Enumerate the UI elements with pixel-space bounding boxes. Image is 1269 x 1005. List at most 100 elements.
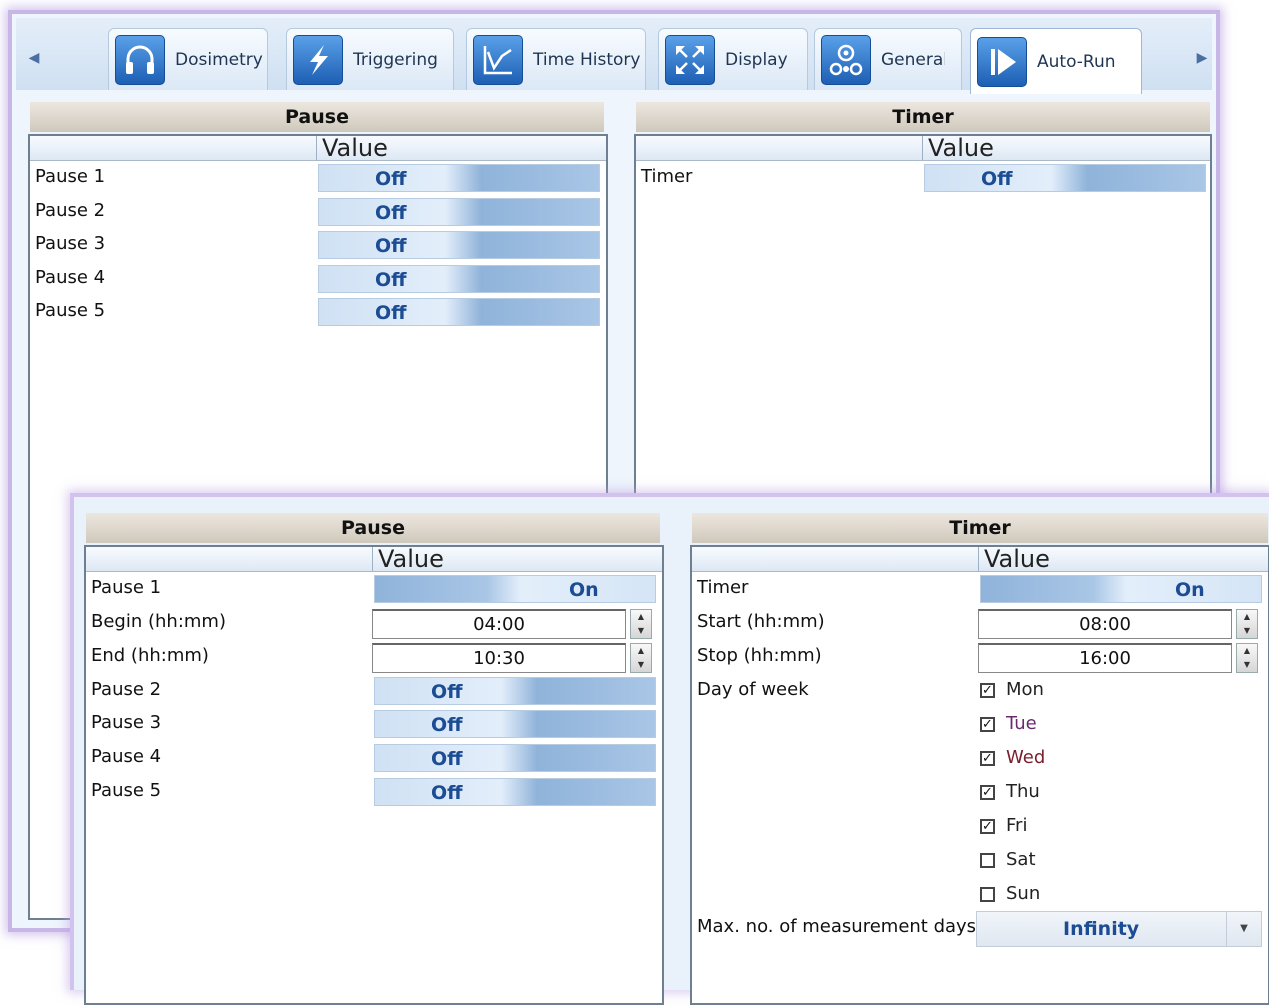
tab-general[interactable]: General xyxy=(814,28,962,90)
grid-header: Value xyxy=(636,134,1210,162)
spin-arrows-icon[interactable]: ▲ ▼ xyxy=(1236,609,1258,639)
column-separator xyxy=(316,136,317,160)
day-checkbox-sun[interactable] xyxy=(980,887,995,902)
tab-triggering[interactable]: Triggering xyxy=(286,28,454,90)
select-value: Infinity xyxy=(1063,918,1140,940)
value-column-header: Value xyxy=(928,134,994,162)
scroll-left-icon[interactable]: ◀ xyxy=(22,28,46,88)
chevron-down-icon[interactable]: ▼ xyxy=(1226,912,1261,946)
tab-display[interactable]: Display xyxy=(658,28,808,90)
day-label: Sun xyxy=(1006,883,1041,904)
row-label: Pause 1 xyxy=(91,577,162,598)
value-column-header: Value xyxy=(378,545,444,573)
begin-time-input[interactable]: 04:00 xyxy=(372,609,626,639)
timer-toggle[interactable]: On xyxy=(980,575,1262,603)
toggle-value: Off xyxy=(375,202,407,224)
grid-header: Value xyxy=(692,545,1268,573)
toggle-value: Off xyxy=(981,168,1013,190)
row-label: Pause 5 xyxy=(91,780,162,801)
pause-1-toggle[interactable]: On xyxy=(374,575,656,603)
row-label: Day of week xyxy=(697,679,809,700)
row-label: Pause 2 xyxy=(35,200,106,221)
pause-grid: Value Pause 1 On Begin (hh:mm) 04:00 ▲ ▼ … xyxy=(84,545,664,1005)
day-checkbox-thu[interactable]: ✓ xyxy=(980,785,995,800)
toggle-value: Off xyxy=(375,269,407,291)
toggle-value: Off xyxy=(431,714,463,736)
spin-arrows-icon[interactable]: ▲ ▼ xyxy=(630,609,652,639)
row-label: Begin (hh:mm) xyxy=(91,611,226,632)
day-label: Fri xyxy=(1006,815,1028,836)
start-time-input[interactable]: 08:00 xyxy=(978,609,1232,639)
column-separator xyxy=(372,547,373,571)
day-label: Mon xyxy=(1006,679,1044,700)
row-label: Pause 1 xyxy=(35,166,106,187)
timer-grid: Value Timer On Start (hh:mm) 08:00 ▲ ▼ St… xyxy=(690,545,1269,1005)
tab-label: Time History xyxy=(533,49,641,70)
day-label: Sat xyxy=(1006,849,1036,870)
toggle-value: Off xyxy=(431,782,463,804)
pause-4-toggle[interactable]: Off xyxy=(374,744,656,772)
grid-header: Value xyxy=(30,134,606,162)
tab-label: General xyxy=(881,49,945,70)
expand-arrows-icon xyxy=(665,34,715,85)
timer-title: Timer xyxy=(692,513,1268,543)
row-label: Timer xyxy=(697,577,749,598)
tab-dosimetry[interactable]: Dosimetry xyxy=(108,28,268,90)
pause-title: Pause xyxy=(30,102,604,132)
pause-4-toggle[interactable]: Off xyxy=(318,265,600,293)
tab-time-history[interactable]: Time History xyxy=(466,28,646,90)
row-label: Timer xyxy=(641,166,693,187)
pause-5-toggle[interactable]: Off xyxy=(318,298,600,326)
tab-strip: ◀ Dosimetry Triggering Time History Disp… xyxy=(16,18,1214,94)
tab-label: Auto-Run xyxy=(1037,51,1116,72)
row-label: Pause 4 xyxy=(35,267,106,288)
toggle-value: Off xyxy=(375,168,407,190)
row-label: Max. no. of measurement days xyxy=(697,916,977,937)
day-label: Thu xyxy=(1006,781,1040,802)
scroll-right-icon[interactable]: ▶ xyxy=(1190,28,1214,88)
row-label: Start (hh:mm) xyxy=(697,611,825,632)
tab-label: Triggering xyxy=(353,49,438,70)
pause-title: Pause xyxy=(86,513,660,543)
pause-3-toggle[interactable]: Off xyxy=(374,710,656,738)
day-checkbox-wed[interactable]: ✓ xyxy=(980,751,995,766)
row-label: Pause 2 xyxy=(91,679,162,700)
max-days-select[interactable]: Infinity ▼ xyxy=(976,911,1262,947)
pause-2-toggle[interactable]: Off xyxy=(318,198,600,226)
day-label: Tue xyxy=(1006,713,1037,734)
stop-time-input[interactable]: 16:00 xyxy=(978,643,1232,673)
pause-1-toggle[interactable]: Off xyxy=(318,164,600,192)
grid-header: Value xyxy=(86,545,662,573)
headphones-icon xyxy=(115,34,165,85)
row-label: Stop (hh:mm) xyxy=(697,645,822,666)
row-label: Pause 3 xyxy=(91,712,162,733)
day-checkbox-sat[interactable] xyxy=(980,853,995,868)
front-window: Pause Value Pause 1 On Begin (hh:mm) 04:… xyxy=(70,493,1269,1005)
pause-5-toggle[interactable]: Off xyxy=(374,778,656,806)
value-column-header: Value xyxy=(322,134,388,162)
row-label: Pause 5 xyxy=(35,300,106,321)
toggle-value: Off xyxy=(375,302,407,324)
day-checkbox-tue[interactable]: ✓ xyxy=(980,717,995,732)
pause-2-toggle[interactable]: Off xyxy=(374,677,656,705)
toggle-value: Off xyxy=(431,681,463,703)
row-label: Pause 3 xyxy=(35,233,106,254)
spin-arrows-icon[interactable]: ▲ ▼ xyxy=(630,643,652,673)
toggle-value: Off xyxy=(431,748,463,770)
pause-3-toggle[interactable]: Off xyxy=(318,231,600,259)
tab-auto-run[interactable]: Auto-Run xyxy=(970,28,1142,94)
toggle-value: On xyxy=(1175,579,1205,601)
value-column-header: Value xyxy=(984,545,1050,573)
spin-arrows-icon[interactable]: ▲ ▼ xyxy=(1236,643,1258,673)
play-icon xyxy=(977,36,1027,87)
day-checkbox-fri[interactable]: ✓ xyxy=(980,819,995,834)
day-checkbox-mon[interactable]: ✓ xyxy=(980,683,995,698)
toggle-value: Off xyxy=(375,235,407,257)
timer-toggle[interactable]: Off xyxy=(924,164,1206,192)
end-time-input[interactable]: 10:30 xyxy=(372,643,626,673)
timer-title: Timer xyxy=(636,102,1210,132)
column-separator xyxy=(978,547,979,571)
line-graph-icon xyxy=(473,34,523,85)
row-label: Pause 4 xyxy=(91,746,162,767)
column-separator xyxy=(922,136,923,160)
